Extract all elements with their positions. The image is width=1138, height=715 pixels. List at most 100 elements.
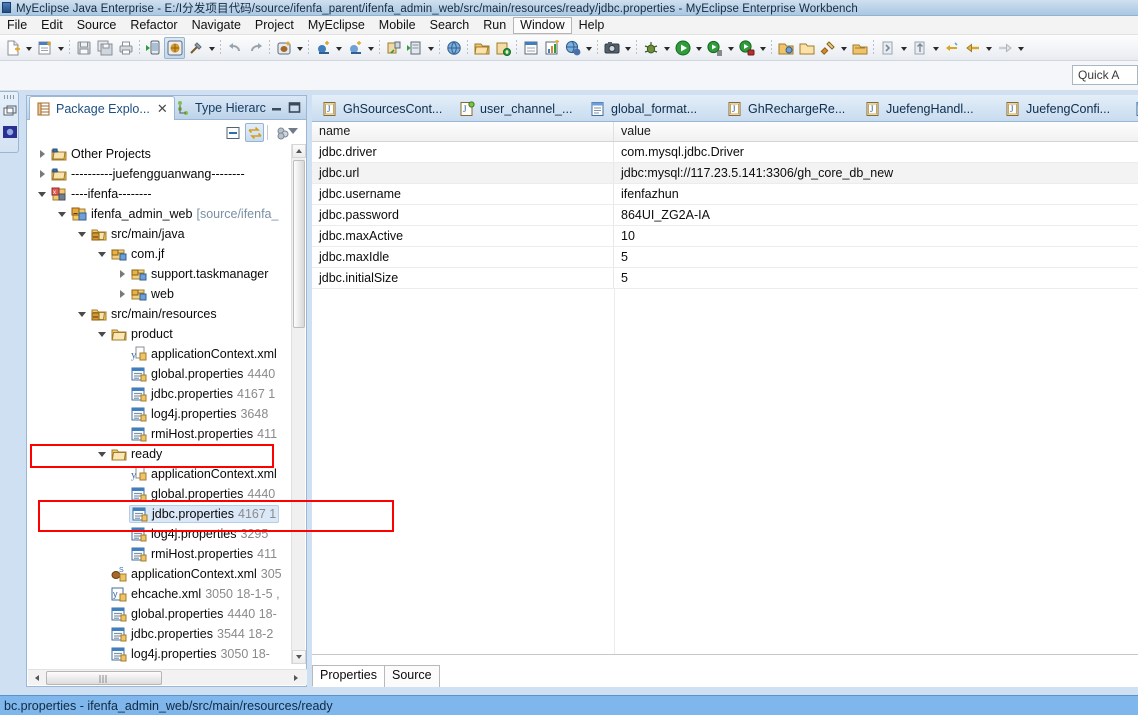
tree-item-content[interactable]: global.properties 4440: [129, 486, 277, 502]
collapse-arrow-icon[interactable]: [75, 224, 89, 244]
chevron-down-icon[interactable]: [365, 37, 376, 59]
tree-item[interactable]: src/main/resources: [27, 304, 306, 324]
toolbar-import-button[interactable]: [492, 37, 513, 59]
toolbar-new-button[interactable]: [2, 37, 23, 59]
collapse-arrow-icon[interactable]: [95, 324, 109, 344]
tab-type-hierarchy[interactable]: Type Hierarc: [169, 96, 272, 120]
expand-arrow-icon[interactable]: [35, 164, 49, 184]
expand-arrow-icon[interactable]: [115, 264, 129, 284]
expand-arrow-icon[interactable]: [35, 144, 49, 164]
toolbar-new-bean-button[interactable]: [273, 37, 294, 59]
toolbar-last-edit-button[interactable]: [941, 37, 962, 59]
tree-item[interactable]: support.taskmanager: [27, 264, 306, 284]
project-tree[interactable]: Other Projects ----------juefengguanwang-…: [27, 144, 306, 664]
chevron-down-icon[interactable]: [622, 37, 633, 59]
toolbar-previous-annotation-button[interactable]: [909, 37, 930, 59]
toolbar-new-class-button[interactable]: [312, 37, 333, 59]
cell-value[interactable]: ifenfazhun: [614, 184, 1138, 204]
chevron-down-icon[interactable]: [583, 37, 594, 59]
cell-value[interactable]: 5: [614, 247, 1138, 267]
chevron-down-icon[interactable]: [23, 37, 34, 59]
outline-view-icon[interactable]: [2, 124, 18, 140]
toolbar-report-button[interactable]: [541, 37, 562, 59]
menu-refactor[interactable]: Refactor: [123, 17, 184, 34]
toolbar-deploy-button[interactable]: [383, 37, 404, 59]
menu-project[interactable]: Project: [248, 17, 301, 34]
cell-name[interactable]: jdbc.maxIdle: [312, 247, 614, 267]
view-menu-icon[interactable]: [288, 128, 298, 134]
tree-vertical-scrollbar[interactable]: [291, 144, 306, 664]
toolbar-open-package-button[interactable]: [849, 37, 870, 59]
cell-value[interactable]: jdbc:mysql://117.23.5.141:3306/gh_core_d…: [614, 163, 1138, 183]
tree-item-content[interactable]: ifenfa_admin_web [source/ifenfa_: [69, 206, 280, 222]
tree-item[interactable]: global.properties 4440: [27, 364, 306, 384]
tree-item[interactable]: y applicationContext.xml: [27, 464, 306, 484]
hscroll-thumb[interactable]: [46, 671, 162, 685]
tree-item-content[interactable]: SapplicationContext.xml 305: [109, 566, 284, 582]
chevron-down-icon[interactable]: [930, 37, 941, 59]
toolbar-redo-button[interactable]: [245, 37, 266, 59]
minimize-icon[interactable]: [269, 100, 284, 115]
toolbar-run-config-button[interactable]: [704, 37, 725, 59]
editor-tab[interactable]: J JuefengConfi...: [995, 95, 1120, 121]
tree-item[interactable]: x ----ifenfa--------: [27, 184, 306, 204]
drag-handle-icon[interactable]: [4, 95, 15, 99]
collapse-arrow-icon[interactable]: [95, 444, 109, 464]
tree-item-content[interactable]: rmiHost.properties 411: [129, 546, 279, 562]
chevron-down-icon[interactable]: [1015, 37, 1026, 59]
cell-name[interactable]: jdbc.password: [312, 205, 614, 225]
close-icon[interactable]: ✕: [157, 102, 168, 115]
tree-item[interactable]: ifenfa_admin_web [source/ifenfa_: [27, 204, 306, 224]
editor-tab[interactable]: global_format...: [580, 95, 707, 121]
menu-edit[interactable]: Edit: [34, 17, 70, 34]
tree-item-content[interactable]: src/main/resources: [89, 306, 219, 322]
tree-item[interactable]: log4j.properties 3050 18-: [27, 644, 306, 664]
cell-value[interactable]: com.mysql.jdbc.Driver: [614, 142, 1138, 162]
scroll-down-icon[interactable]: [292, 650, 306, 664]
menu-myeclipse[interactable]: MyEclipse: [301, 17, 372, 34]
cell-value[interactable]: 864UI_ZG2A-IA: [614, 205, 1138, 225]
toolbar-open-type-button[interactable]: [775, 37, 796, 59]
cell-value[interactable]: 5: [614, 268, 1138, 288]
editor-tab[interactable]: [1125, 95, 1138, 121]
collapse-arrow-icon[interactable]: [75, 304, 89, 324]
tree-item-content[interactable]: log4j.properties 3295: [129, 526, 270, 542]
tree-item[interactable]: Other Projects: [27, 144, 306, 164]
toolbar-snapshot-button[interactable]: [601, 37, 622, 59]
scroll-right-icon[interactable]: [289, 671, 303, 685]
cell-value[interactable]: 10: [614, 226, 1138, 246]
tree-item[interactable]: rmiHost.properties 411: [27, 424, 306, 444]
toolbar-debug-button[interactable]: [640, 37, 661, 59]
chevron-down-icon[interactable]: [757, 37, 768, 59]
toolbar-forward-button[interactable]: [994, 37, 1015, 59]
menu-file[interactable]: File: [0, 17, 34, 34]
scroll-up-icon[interactable]: [292, 144, 306, 158]
toolbar-run-mobile-button[interactable]: [143, 37, 164, 59]
tree-item-content[interactable]: log4j.properties 3050 18-: [109, 646, 272, 662]
tree-item[interactable]: rmiHost.properties 411: [27, 544, 306, 564]
tab-package-explorer[interactable]: Package Explo... ✕: [29, 96, 175, 121]
chevron-down-icon[interactable]: [425, 37, 436, 59]
tree-item-content[interactable]: global.properties 4440 18-: [109, 606, 279, 622]
table-row[interactable]: jdbc.username ifenfazhun: [312, 184, 1138, 205]
menu-run[interactable]: Run: [476, 17, 513, 34]
tree-item-content[interactable]: com.jf: [109, 246, 166, 262]
toolbar-web-browser-button[interactable]: [562, 37, 583, 59]
editor-tab[interactable]: J GhSourcesCont...: [312, 95, 452, 121]
chevron-down-icon[interactable]: [333, 37, 344, 59]
toolbar-run-server-button[interactable]: [404, 37, 425, 59]
toolbar-next-annotation-button[interactable]: [877, 37, 898, 59]
toolbar-search-button[interactable]: [817, 37, 838, 59]
tree-item[interactable]: com.jf: [27, 244, 306, 264]
toolbar-build-button[interactable]: [185, 37, 206, 59]
cell-name[interactable]: jdbc.maxActive: [312, 226, 614, 246]
cell-name[interactable]: jdbc.url: [312, 163, 614, 183]
chevron-down-icon[interactable]: [983, 37, 994, 59]
tree-item-content[interactable]: src/main/java: [89, 226, 187, 242]
tree-item-content[interactable]: support.taskmanager: [129, 266, 270, 282]
tree-item-content[interactable]: ----------juefengguanwang--------: [49, 166, 247, 182]
cell-name[interactable]: jdbc.driver: [312, 142, 614, 162]
chevron-down-icon[interactable]: [898, 37, 909, 59]
tree-item[interactable]: global.properties 4440 18-: [27, 604, 306, 624]
collapse-all-icon[interactable]: [223, 123, 242, 142]
